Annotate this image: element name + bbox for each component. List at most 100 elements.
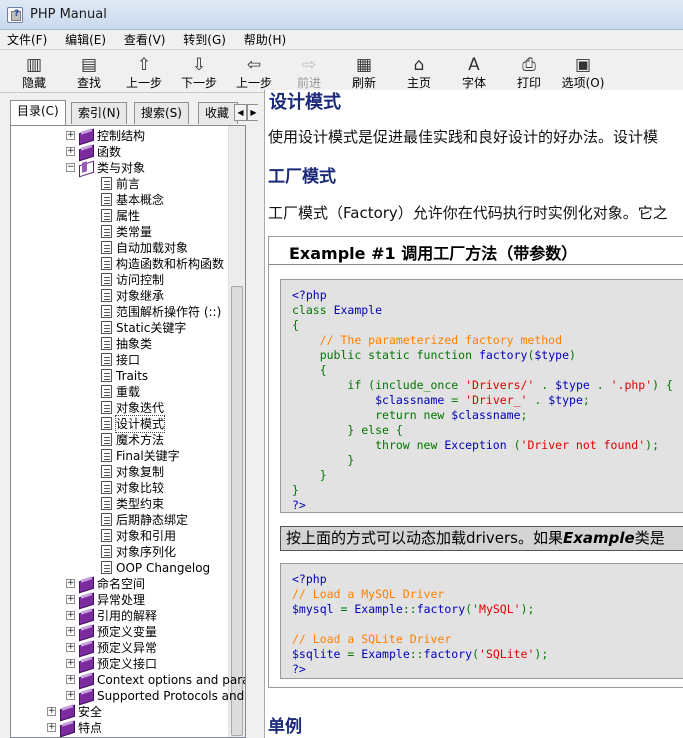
tree-item-label: 访问控制 — [116, 273, 165, 287]
tree-item-label: 命名空间 — [97, 577, 146, 591]
tree-item-label: 类常量 — [116, 225, 153, 239]
page-icon — [101, 369, 112, 382]
previous-button[interactable]: ⇧ 上一步 — [118, 54, 170, 92]
tree-item-label: Traits — [116, 369, 149, 383]
contents-tree: + 控制结构 + 函数 − 类与对象 前言 基本概念 属性 类常量 自动加载对象 构造函数和析构函数访… — [10, 125, 246, 738]
print-button[interactable]: ⎙ 打印 — [503, 54, 555, 92]
tab-search[interactable]: 搜索(S) — [134, 102, 189, 124]
expand-icon[interactable]: + — [66, 611, 75, 620]
tab-favorites[interactable]: 收藏 — [198, 102, 238, 124]
note-class-name: Example — [562, 529, 635, 547]
usage-code-block: <?php // Load a MySQL Driver $mysql = Ex… — [280, 563, 683, 679]
tree-item-label: 基本概念 — [116, 193, 165, 207]
example-note: 按上面的方式可以动态加载drivers。如果Example类是 — [280, 526, 683, 551]
tree-item-label: 对象和引用 — [116, 529, 177, 543]
open-book-icon — [78, 160, 95, 175]
expand-icon[interactable]: + — [66, 691, 75, 700]
tree-item-label: 类与对象 — [97, 161, 146, 175]
expand-icon[interactable]: + — [66, 147, 75, 156]
options-button[interactable]: ▣ 选项(O) — [552, 54, 614, 92]
tab-contents[interactable]: 目录(C) — [10, 100, 66, 125]
expand-icon[interactable]: + — [47, 723, 56, 732]
page-icon — [101, 433, 112, 446]
help-app-icon — [7, 7, 23, 23]
hide-button[interactable]: ▥ 隐藏 — [8, 54, 60, 92]
expand-icon[interactable]: + — [66, 675, 75, 684]
factory-heading: 工厂模式 — [268, 167, 336, 187]
tree-item-label: 预定义接口 — [97, 657, 158, 671]
tree-item-label: Final关键字 — [116, 449, 180, 463]
menu-go[interactable]: 转到(G) — [176, 30, 233, 50]
home-icon: ⌂ — [413, 55, 425, 75]
book-icon — [78, 640, 95, 655]
tree-scroll-thumb[interactable] — [231, 286, 243, 736]
arrow-up-icon: ⇧ — [136, 55, 152, 75]
page-icon — [101, 241, 112, 254]
page-icon — [101, 497, 112, 510]
toolbar: ▥ 隐藏 ▤ 查找 ⇧ 上一步 ⇩ 下一步 ⇦ 上一步 ⇨ 前进 ▦ 刷新 ⌂ … — [0, 51, 683, 93]
expand-icon[interactable]: + — [66, 131, 75, 140]
collapse-icon[interactable]: − — [66, 163, 75, 172]
page-title: 设计模式 — [269, 92, 341, 113]
tree-item-label: Static关键字 — [116, 321, 187, 335]
tree-item-label: 重载 — [116, 385, 141, 399]
expand-icon[interactable]: + — [66, 659, 75, 668]
tree-item-label: 引用的解释 — [97, 609, 158, 623]
tree-item-label: 魔术方法 — [116, 433, 165, 447]
page-icon — [101, 321, 112, 334]
expand-icon[interactable]: + — [66, 643, 75, 652]
book-icon — [78, 592, 95, 607]
tab-index[interactable]: 索引(N) — [71, 102, 128, 124]
font-icon: A — [468, 55, 480, 75]
book-icon — [78, 688, 95, 703]
tree-item-label: 对象复制 — [116, 465, 165, 479]
tree-item-label: 抽象类 — [116, 337, 153, 351]
page-icon — [101, 401, 112, 414]
book-icon — [78, 672, 95, 687]
forward-button[interactable]: ⇨ 前进 — [283, 54, 335, 92]
page-icon — [101, 417, 112, 430]
page-icon — [101, 225, 112, 238]
tree-item-label: 对象继承 — [116, 289, 165, 303]
next-button[interactable]: ⇩ 下一步 — [173, 54, 225, 92]
page-icon — [101, 257, 112, 270]
back-button[interactable]: ⇦ 上一步 — [228, 54, 280, 92]
tree-item-label: 对象比较 — [116, 481, 165, 495]
menu-edit[interactable]: 编辑(E) — [58, 30, 113, 50]
refresh-button[interactable]: ▦ 刷新 — [338, 54, 390, 92]
expand-icon[interactable]: + — [47, 707, 56, 716]
tree-scrollbar[interactable] — [228, 126, 245, 737]
nav-tabs: 目录(C) 索引(N) 搜索(S) 收藏 ◀ ▶ — [10, 100, 260, 125]
expand-icon[interactable]: + — [66, 627, 75, 636]
page-icon — [101, 513, 112, 526]
book-icon — [78, 144, 95, 159]
home-button[interactable]: ⌂ 主页 — [393, 54, 445, 92]
menu-file[interactable]: 文件(F) — [0, 30, 54, 50]
window-title: PHP Manual — [30, 7, 107, 22]
menu-view[interactable]: 查看(V) — [117, 30, 173, 50]
book-icon — [78, 576, 95, 591]
example-divider — [269, 264, 683, 265]
locate-button[interactable]: ▤ 查找 — [63, 54, 115, 92]
page-icon — [101, 193, 112, 206]
tree-item-label: 类型约束 — [116, 497, 165, 511]
page-icon — [101, 449, 112, 462]
page-icon — [101, 337, 112, 350]
font-button[interactable]: A 字体 — [448, 54, 500, 92]
tree-item-label: 特点 — [78, 721, 103, 735]
book-icon — [78, 624, 95, 639]
tab-scroll-left-icon[interactable]: ◀ — [234, 104, 247, 121]
menu-bar: 文件(F) 编辑(E) 查看(V) 转到(G) 帮助(H) — [0, 30, 683, 50]
tree-item-label: 安全 — [78, 705, 103, 719]
navigation-pane: 目录(C) 索引(N) 搜索(S) 收藏 ◀ ▶ + 控制结构 + 函数 − 类与对象 前言基… — [0, 94, 260, 738]
tree-item-label: 构造函数和析构函数 — [116, 257, 225, 271]
expand-icon[interactable]: + — [66, 579, 75, 588]
tree-item-label: 接口 — [116, 353, 141, 367]
page-icon — [101, 385, 112, 398]
page-icon — [101, 209, 112, 222]
tree-item-label: 控制结构 — [97, 129, 146, 143]
expand-icon[interactable]: + — [66, 595, 75, 604]
book-icon — [78, 656, 95, 671]
page-icon — [101, 273, 112, 286]
menu-help[interactable]: 帮助(H) — [237, 30, 293, 50]
